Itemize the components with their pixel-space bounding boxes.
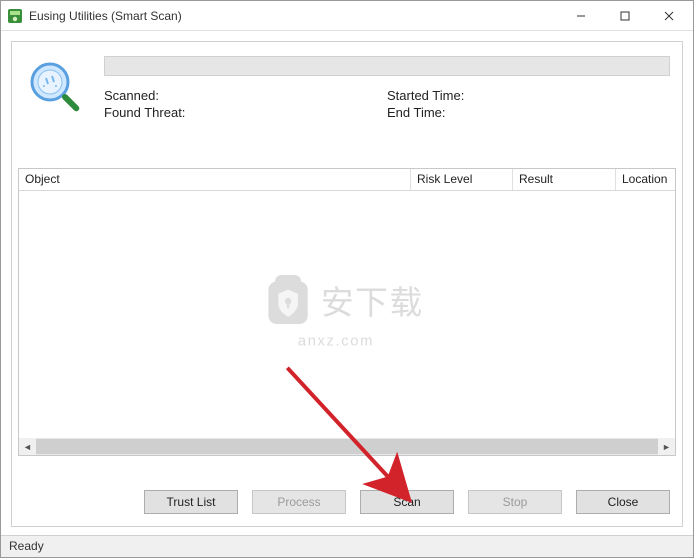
watermark: 安下载 anxz.com	[257, 253, 437, 366]
end-time-value	[497, 105, 670, 120]
horizontal-scrollbar[interactable]: ◄ ►	[19, 438, 675, 455]
svg-text:安下载: 安下载	[321, 284, 424, 321]
progress-bar	[104, 56, 670, 76]
titlebar: Eusing Utilities (Smart Scan)	[1, 1, 693, 31]
svg-text:anxz.com: anxz.com	[298, 333, 374, 349]
end-time-label: End Time:	[387, 105, 497, 120]
process-button: Process	[252, 490, 346, 514]
stop-button: Stop	[468, 490, 562, 514]
main-panel: Scanned: Found Threat: Started Time: End	[11, 41, 683, 527]
maximize-button[interactable]	[603, 2, 647, 30]
trust-list-button[interactable]: Trust List	[144, 490, 238, 514]
found-threat-label: Found Threat:	[104, 105, 214, 120]
col-result[interactable]: Result	[513, 169, 616, 190]
table-header: Object Risk Level Result Location	[19, 169, 675, 191]
results-table: Object Risk Level Result Location 安下载 an…	[18, 168, 676, 456]
app-icon	[7, 8, 23, 24]
scroll-left-icon[interactable]: ◄	[19, 438, 36, 455]
window-title: Eusing Utilities (Smart Scan)	[29, 9, 182, 23]
col-location[interactable]: Location	[616, 169, 675, 190]
scan-button[interactable]: Scan	[360, 490, 454, 514]
magnifier-icon	[24, 56, 88, 120]
scanned-label: Scanned:	[104, 88, 214, 103]
table-body: 安下载 anxz.com	[19, 191, 675, 438]
button-row: Trust List Process Scan Stop Close	[18, 490, 676, 518]
status-text: Ready	[9, 539, 44, 553]
started-time-value	[497, 88, 670, 103]
scanned-value	[214, 88, 387, 103]
col-object[interactable]: Object	[19, 169, 411, 190]
col-risk-level[interactable]: Risk Level	[411, 169, 513, 190]
found-threat-value	[214, 105, 387, 120]
close-window-button[interactable]	[647, 2, 691, 30]
scan-header: Scanned: Found Threat: Started Time: End	[12, 42, 682, 130]
status-bar: Ready	[1, 535, 693, 557]
started-time-label: Started Time:	[387, 88, 497, 103]
minimize-button[interactable]	[559, 2, 603, 30]
scroll-right-icon[interactable]: ►	[658, 438, 675, 455]
close-button[interactable]: Close	[576, 490, 670, 514]
